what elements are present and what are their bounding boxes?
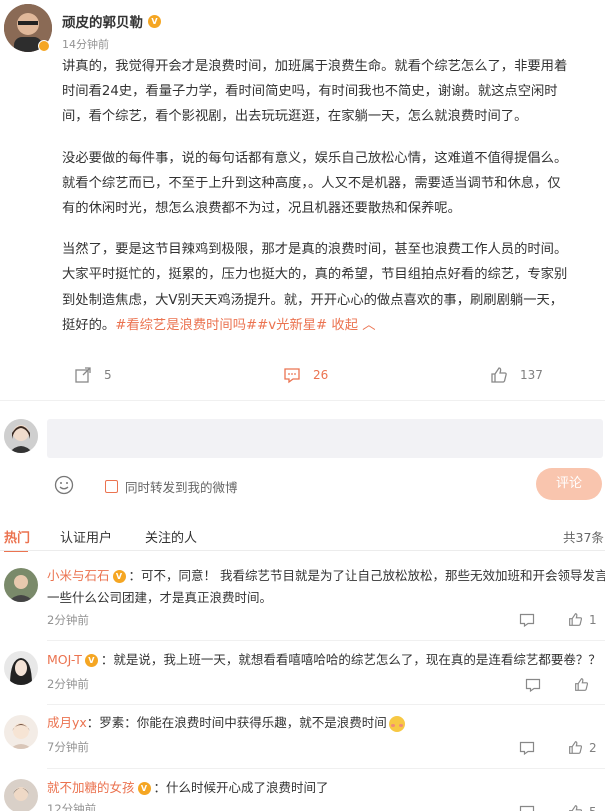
reply-icon[interactable] [519,612,535,632]
comment-text: ：罗素：你能在浪费时间中获得乐趣，就不是浪费时间 [86,715,387,730]
comment-like-button[interactable]: 5 [568,804,597,811]
divider [47,768,605,769]
comment-total: 共37条 [563,530,604,545]
author-name[interactable]: 顽皮的郭贝勒 [62,11,143,31]
paragraph: 讲真的，我觉得开会才是浪费时间，加班属于浪费生命。就看个综艺怎么了，非要用着 时… [62,59,568,125]
post-time[interactable]: 14分钟前 [62,36,109,52]
paragraph: 没必要做的每件事，说的每句话都有意义，娱乐自己放松心情，这难道不值得提倡么。 就… [62,150,568,217]
like-button[interactable]: 137 [490,366,543,384]
divider [0,550,605,551]
repost-checkbox-label: 同时转发到我的微博 [125,480,238,495]
commenter-name[interactable]: 成月yx [47,715,87,730]
divider [47,704,605,705]
tab-verified-users[interactable]: 认证用户 [60,527,112,546]
comment-input[interactable] [47,419,603,458]
repost-button[interactable]: 5 [74,366,112,384]
comment-button[interactable]: 26 [283,366,328,384]
tab-hot[interactable]: 热门 [4,527,30,552]
tab-following[interactable]: 关注的人 [145,527,197,546]
commenter-avatar[interactable] [4,651,38,685]
paragraph: 当然了，要是这节目辣鸡到极限，那才是真的浪费时间，甚至也浪费工作人员的时间。 大… [62,242,568,333]
my-avatar[interactable] [4,419,38,453]
reply-icon[interactable] [519,740,535,760]
verified-badge-icon: V [148,14,161,28]
repost-checkbox[interactable] [105,480,118,493]
comment-like-button[interactable]: 1 [568,612,597,627]
comment-time: 2分钟前 [47,677,89,691]
post-content: 讲真的，我觉得开会才是浪费时间，加班属于浪费生命。就看个综艺怎么了，非要用着 时… [62,54,602,338]
comment-text: ：什么时候开心成了浪费时间了 [153,780,329,795]
comment-like-button[interactable]: 2 [568,740,597,755]
repost-icon [75,367,91,383]
commenter-name[interactable]: 就不加糖的女孩 [47,780,135,795]
commenter-avatar[interactable] [4,568,38,602]
verified-badge-icon: V [112,570,126,583]
commenter-avatar[interactable] [4,779,38,811]
comment-time: 12分钟前 [47,802,97,811]
divider [47,640,605,641]
comment-text: ：可不，同意！ 我看综艺节目就是为了让自己放松放松，那些无效加班和开会领导发言和 [128,568,605,583]
blush-emoji-icon [388,715,405,732]
commenter-name[interactable]: MOJ-T [47,652,82,667]
verified-badge-icon [38,40,50,52]
collapse-link[interactable]: 收起 ︿ [331,318,375,333]
hashtag-link[interactable]: #看综艺是浪费时间吗##v光新星# [115,318,327,333]
thumbs-up-icon [569,805,583,811]
reply-icon[interactable] [519,804,535,811]
reply-icon[interactable] [525,677,541,697]
chevron-up-icon: ︿ [362,317,376,333]
comment-time: 7分钟前 [47,740,89,754]
comment-like-button[interactable] [574,677,595,692]
verified-badge-icon: V [137,782,151,795]
like-count: 137 [520,368,543,382]
comment-time: 2分钟前 [47,613,89,627]
thumbs-up-icon [491,367,507,383]
commenter-avatar[interactable] [4,715,38,749]
comment-icon [284,368,300,384]
submit-comment-button[interactable]: 评论 [536,468,602,500]
thumbs-up-icon [569,741,583,754]
thumbs-up-icon [575,678,589,691]
divider [0,400,605,401]
repost-count: 5 [104,368,112,382]
emoji-icon[interactable] [54,475,74,495]
verified-badge-icon: V [84,654,98,667]
thumbs-up-icon [569,613,583,626]
comment-text: 一些什么公司团建，才是真正浪费时间。 [47,590,273,605]
comment-text: ：就是说，我上班一天，就想看看嘻嘻哈哈的综艺怎么了，现在真的是连看综艺都要卷？？ [100,652,601,667]
commenter-name[interactable]: 小米与石石 [47,568,110,583]
comment-count: 26 [313,368,329,382]
